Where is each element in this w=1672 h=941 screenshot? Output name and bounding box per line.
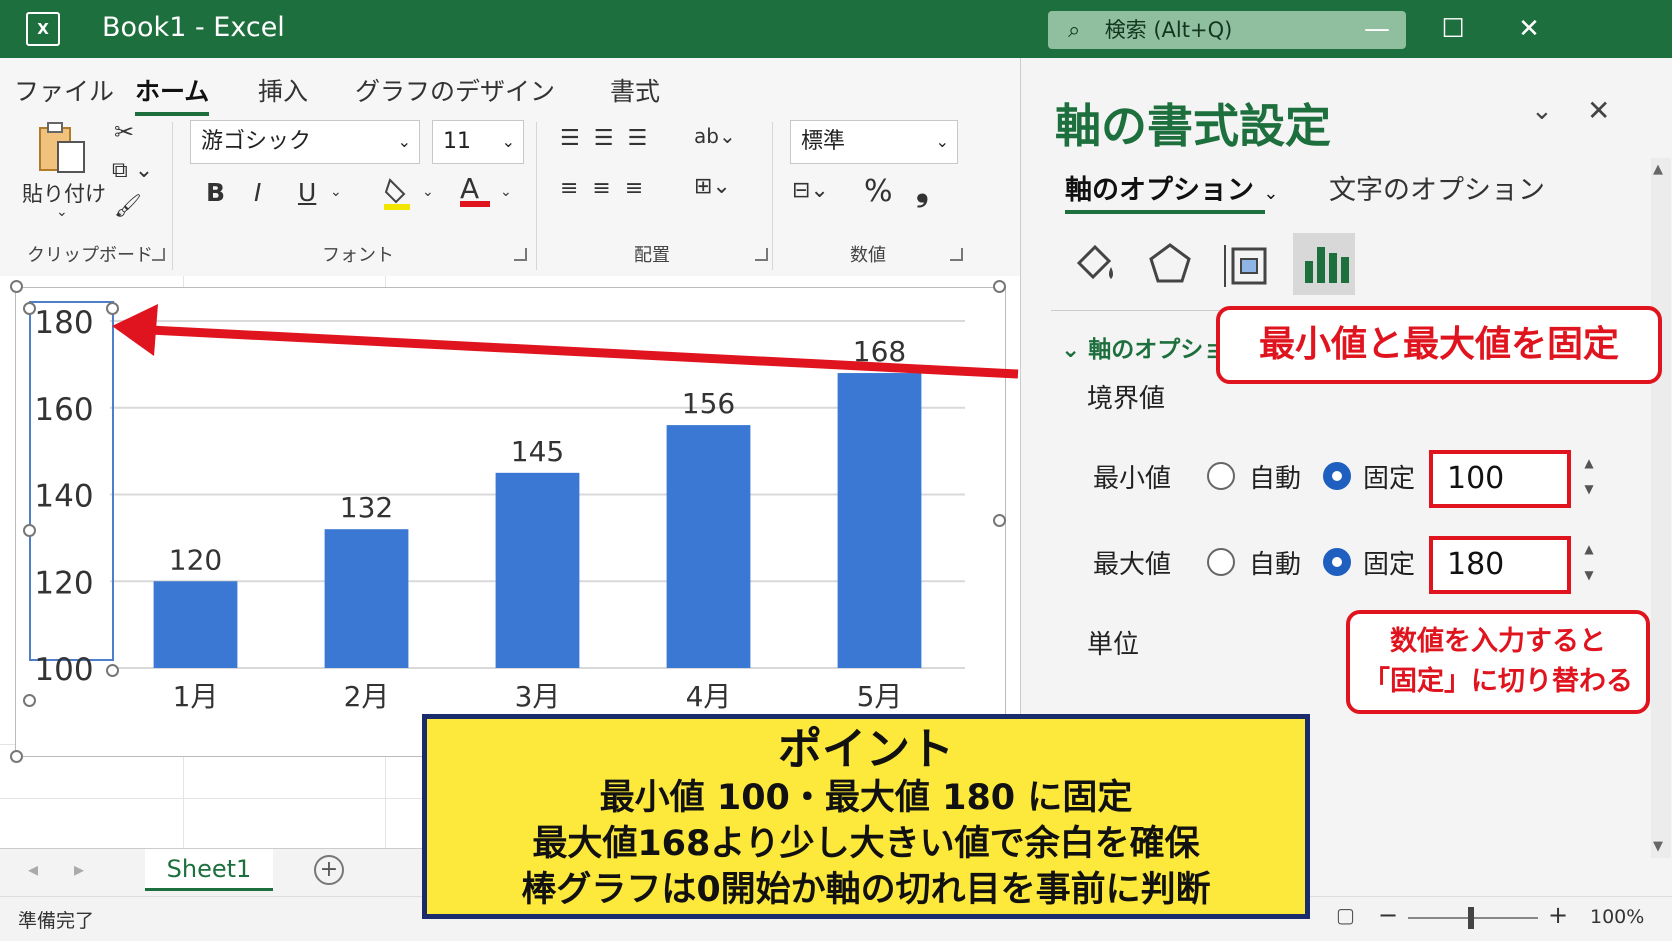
data-label: 120	[169, 543, 222, 576]
pentagon-icon[interactable]	[1139, 233, 1201, 295]
zoom-level[interactable]: 100%	[1590, 906, 1644, 928]
chart-resize-handle[interactable]	[10, 750, 23, 763]
tab-axis-options-label: 軸のオプション	[1065, 175, 1254, 206]
close-icon[interactable]: ✕	[1587, 94, 1610, 127]
point-heading: ポイント	[778, 724, 954, 775]
sheet-tab[interactable]: Sheet1	[145, 849, 273, 891]
axis-handle[interactable]	[23, 694, 36, 707]
y-tick-label: 160	[34, 392, 93, 428]
bar[interactable]	[324, 529, 409, 668]
x-tick-label: 4月	[686, 680, 732, 713]
x-tick-label: 2月	[344, 680, 390, 713]
callout-input-note: 数値を入力すると 「固定」に切り替わる	[1346, 610, 1650, 714]
tab-text-options[interactable]: 文字のオプション	[1329, 168, 1545, 207]
spin-up-icon[interactable]: ▲	[1579, 452, 1599, 474]
chart-resize-handle[interactable]	[993, 514, 1006, 527]
axis-handle[interactable]	[106, 664, 119, 677]
units-label: 単位	[1087, 630, 1140, 660]
min-auto-label: 自動	[1249, 464, 1302, 494]
spin-down-icon[interactable]: ▼	[1579, 564, 1599, 586]
callout-input-note-line1: 数値を入力すると	[1390, 626, 1606, 657]
data-label: 132	[340, 491, 393, 524]
chart-resize-handle[interactable]	[993, 280, 1006, 293]
axis-handle[interactable]	[23, 302, 36, 315]
scroll-left-icon[interactable]: ◂	[28, 857, 38, 881]
tab-axis-options[interactable]: 軸のオプション ⌄	[1065, 168, 1279, 207]
axis-handle[interactable]	[23, 524, 36, 537]
status-ready: 準備完了	[18, 910, 95, 932]
min-value-input[interactable]: 100	[1429, 450, 1571, 508]
tab-underline	[1065, 210, 1265, 214]
chevron-down-icon: ⌄	[1061, 337, 1089, 363]
zoom-in-icon[interactable]: +	[1548, 901, 1568, 929]
max-value-input[interactable]: 180	[1429, 536, 1571, 594]
bar[interactable]	[837, 373, 922, 668]
min-auto-radio[interactable]	[1207, 462, 1235, 490]
size-properties-icon[interactable]	[1217, 233, 1279, 295]
max-auto-radio[interactable]	[1207, 548, 1235, 576]
chart-resize-handle[interactable]	[10, 280, 23, 293]
x-tick-label: 1月	[173, 680, 219, 713]
spin-up-icon[interactable]: ▲	[1579, 538, 1599, 560]
y-tick-label: 120	[34, 565, 93, 601]
point-line-2: 最大値168より少し大きい値で余白を確保	[532, 824, 1200, 864]
min-label: 最小値	[1093, 464, 1172, 494]
chevron-down-icon: ⌄	[1263, 183, 1279, 204]
pane-scrollbar[interactable]: ▲ ▼	[1651, 158, 1671, 858]
data-label: 145	[511, 435, 564, 468]
chevron-down-icon[interactable]: ⌄	[1531, 96, 1553, 126]
bar[interactable]	[153, 581, 238, 668]
point-line-1: 最小値 100・最大値 180 に固定	[599, 778, 1133, 818]
scroll-right-icon[interactable]: ▸	[74, 857, 84, 881]
max-fixed-radio[interactable]	[1323, 548, 1351, 576]
red-arrow-head	[112, 304, 158, 356]
x-tick-label: 3月	[515, 680, 561, 713]
min-fixed-label: 固定	[1363, 464, 1416, 494]
y-tick-label: 140	[34, 479, 93, 515]
y-tick-label: 180	[34, 305, 93, 341]
zoom-out-icon[interactable]: −	[1378, 901, 1398, 929]
bar-chart-icon[interactable]	[1293, 233, 1355, 295]
max-label: 最大値	[1093, 550, 1172, 580]
zoom-slider-thumb[interactable]	[1468, 907, 1474, 929]
callout-input-note-line2: 「固定」に切り替わる	[1363, 666, 1633, 697]
plus-circle-icon[interactable]: +	[314, 855, 344, 885]
bounds-label: 境界値	[1087, 384, 1166, 414]
page-layout-icon[interactable]: ▢	[1336, 903, 1355, 927]
max-fixed-label: 固定	[1363, 550, 1416, 580]
min-fixed-radio[interactable]	[1323, 462, 1351, 490]
axis-handle[interactable]	[106, 302, 119, 315]
point-line-3: 棒グラフは0開始か軸の切れ目を事前に判断	[521, 870, 1211, 910]
data-label: 156	[682, 387, 735, 420]
scroll-up-icon[interactable]: ▲	[1653, 162, 1663, 177]
callout-fix-min-max: 最小値と最大値を固定	[1216, 306, 1662, 384]
max-auto-label: 自動	[1249, 550, 1302, 580]
scroll-down-icon[interactable]: ▼	[1653, 839, 1663, 854]
bar[interactable]	[495, 472, 580, 668]
bar[interactable]	[666, 425, 751, 668]
x-tick-label: 5月	[857, 680, 903, 713]
spin-down-icon[interactable]: ▼	[1579, 478, 1599, 500]
pane-title: 軸の書式設定	[1055, 99, 1331, 153]
y-tick-label: 100	[34, 652, 93, 688]
point-box: ポイント 最小値 100・最大値 180 に固定 最大値168より少し大きい値で…	[422, 714, 1310, 919]
fill-bucket-icon[interactable]	[1063, 233, 1125, 295]
